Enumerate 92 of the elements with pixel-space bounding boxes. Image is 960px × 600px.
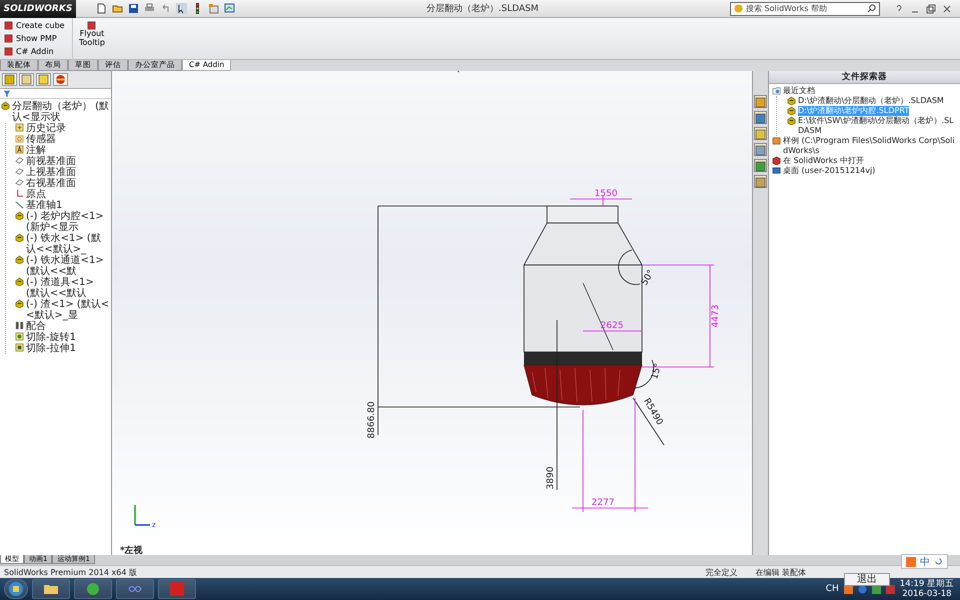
tree-item[interactable]: 历史记录 bbox=[26, 123, 66, 134]
restore-icon[interactable] bbox=[926, 4, 936, 14]
search-field[interactable]: 搜索 SolidWorks 帮助 bbox=[730, 2, 880, 16]
view-label: *左视 bbox=[120, 546, 143, 555]
window-title: 分层翻动（老炉）.SLDASM bbox=[426, 2, 540, 15]
tree-item[interactable]: 基准轴1 bbox=[26, 200, 62, 211]
annotation-icon bbox=[15, 145, 24, 154]
status-text: 完全定义 bbox=[705, 566, 738, 578]
tree-item[interactable]: 切除-旋转1 bbox=[26, 332, 76, 343]
task-pane-tab[interactable] bbox=[754, 95, 767, 108]
explorer-item[interactable]: 最近文档 bbox=[783, 86, 815, 96]
folder-icon[interactable] bbox=[112, 3, 123, 14]
feature-tree-tab[interactable] bbox=[2, 73, 17, 86]
task-pane-tab[interactable] bbox=[754, 175, 767, 188]
property-tab[interactable] bbox=[19, 73, 34, 86]
tree-item[interactable]: 分层翻动（老炉） (默认<显示状 bbox=[12, 101, 110, 123]
task-pane-tab[interactable] bbox=[754, 111, 767, 124]
command-button[interactable]: Show PMP bbox=[4, 34, 68, 43]
component-icon bbox=[15, 233, 24, 242]
dimension-label[interactable]: 3890 bbox=[546, 466, 556, 490]
explorer-item[interactable]: 桌面 (user-20151214vj) bbox=[783, 166, 876, 176]
origin-icon bbox=[15, 189, 24, 198]
file-icon bbox=[787, 116, 796, 125]
assembly-icon bbox=[1, 101, 10, 110]
tree-item[interactable]: 前视基准面 bbox=[26, 156, 76, 167]
samples-icon bbox=[772, 136, 781, 145]
explorer-item[interactable]: E:\软件\SW\炉渣翻动\分层翻动（老炉）.SLDASM bbox=[798, 116, 957, 136]
app-logo: SOLIDWORKS bbox=[0, 0, 76, 18]
options-icon[interactable] bbox=[208, 3, 219, 14]
input-language[interactable]: CH bbox=[826, 584, 839, 594]
file-icon bbox=[787, 106, 796, 115]
open-icon bbox=[772, 156, 781, 165]
new-document-icon[interactable] bbox=[96, 3, 107, 14]
screen-icon[interactable] bbox=[224, 3, 235, 14]
tree-item[interactable]: 上视基准面 bbox=[26, 167, 76, 178]
tree-item[interactable]: (-) 渣道具<1> (默认<<默认 bbox=[26, 277, 110, 299]
ime-logo-icon[interactable] bbox=[906, 556, 916, 566]
mates-icon bbox=[15, 321, 24, 330]
clock[interactable]: 14:19 星期五 2016-03-18 bbox=[900, 579, 954, 599]
moon-icon[interactable] bbox=[934, 557, 943, 566]
tree-item[interactable]: 配合 bbox=[26, 321, 46, 332]
sensor-icon bbox=[15, 134, 24, 143]
save-icon[interactable] bbox=[128, 3, 139, 14]
explorer-title: 文件探索器 bbox=[841, 71, 888, 83]
command-button[interactable]: C# Addin bbox=[4, 47, 68, 56]
tree-item[interactable]: 右视基准面 bbox=[26, 178, 76, 189]
command-button[interactable]: Create cube bbox=[4, 21, 68, 30]
pointer-icon[interactable] bbox=[176, 3, 187, 14]
explorer-item[interactable]: 在 SolidWorks 中打开 bbox=[783, 156, 864, 166]
cut-extrude-icon bbox=[15, 343, 24, 352]
task-pane-tab[interactable] bbox=[754, 159, 767, 172]
explorer-item[interactable]: D:\炉渣翻动\分层翻动（老炉）.SLDASM bbox=[798, 96, 944, 106]
tree-item[interactable]: 切除-拉伸1 bbox=[26, 343, 76, 354]
cut-revolve-icon bbox=[15, 332, 24, 341]
print-icon[interactable] bbox=[144, 3, 155, 14]
tree-item[interactable]: (-) 铁水通道<1> (默认<<默 bbox=[26, 255, 110, 277]
dimension-label[interactable]: 2277 bbox=[592, 498, 614, 508]
taskbar-folder-icon[interactable] bbox=[32, 579, 70, 599]
cube-icon bbox=[87, 21, 96, 30]
undo-icon[interactable] bbox=[160, 3, 171, 14]
history-icon bbox=[15, 123, 24, 132]
tree-item[interactable]: 注解 bbox=[26, 145, 46, 156]
axis-icon bbox=[15, 200, 24, 209]
component-icon bbox=[15, 277, 24, 286]
ime-popup[interactable]: 退出 bbox=[844, 573, 890, 586]
taskbar-app-icon[interactable] bbox=[116, 579, 154, 599]
ime-toolbar[interactable]: 中 bbox=[901, 554, 948, 569]
tree-item[interactable]: (-) 老炉内腔<1> (新炉<显示 bbox=[26, 211, 110, 233]
status-text: 在编辑 装配体 bbox=[755, 566, 806, 578]
task-pane-tab[interactable] bbox=[754, 127, 767, 140]
appearance-tab[interactable] bbox=[53, 73, 68, 86]
start-button[interactable] bbox=[4, 579, 28, 599]
tree-item[interactable]: (-) 渣<1> (默认<<默认>_显 bbox=[26, 299, 110, 321]
tree-item[interactable]: 传感器 bbox=[26, 134, 56, 145]
desktop-icon bbox=[772, 166, 781, 175]
close-icon[interactable] bbox=[942, 4, 952, 14]
task-pane-tab[interactable] bbox=[754, 143, 767, 156]
component-icon bbox=[15, 299, 24, 308]
taskbar-app-icon[interactable] bbox=[74, 579, 112, 599]
file-icon bbox=[787, 96, 796, 105]
product-name: SolidWorks Premium 2014 x64 版 bbox=[4, 566, 137, 578]
leader-line bbox=[632, 398, 664, 446]
folder-icon bbox=[772, 86, 781, 95]
component-icon bbox=[15, 255, 24, 264]
search-icon[interactable] bbox=[867, 4, 876, 13]
flyout-button[interactable]: Flyout Tooltip bbox=[73, 18, 111, 59]
dimension-label[interactable]: 8866.80 bbox=[367, 401, 377, 439]
explorer-item[interactable]: 样例 (C:\Program Files\SolidWorks Corp\SolidWorks\s bbox=[783, 136, 957, 156]
component-icon bbox=[15, 211, 24, 220]
configuration-tab[interactable] bbox=[36, 73, 51, 86]
tree-item[interactable]: (-) 铁水<1> (默认<<默认>_ bbox=[26, 233, 110, 255]
tree-item[interactable]: 原点 bbox=[26, 189, 46, 200]
